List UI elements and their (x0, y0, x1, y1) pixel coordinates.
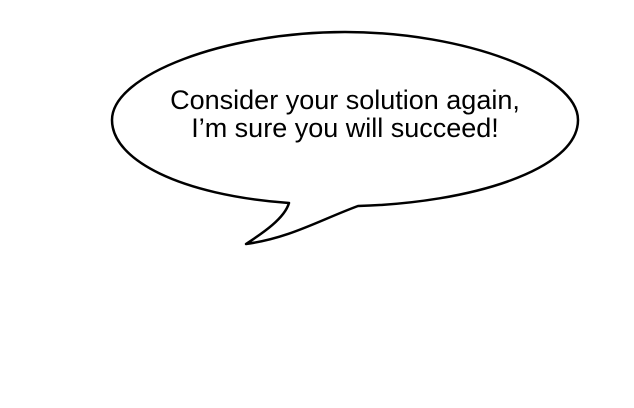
speech-line-1: Consider your solution again, (170, 85, 520, 115)
speech-bubble-text: Consider your solution again, I’m sure y… (112, 86, 578, 142)
speech-bubble (110, 30, 580, 246)
speech-line-2: I’m sure you will succeed! (191, 113, 499, 143)
canvas: Consider your solution again, I’m sure y… (0, 0, 634, 408)
